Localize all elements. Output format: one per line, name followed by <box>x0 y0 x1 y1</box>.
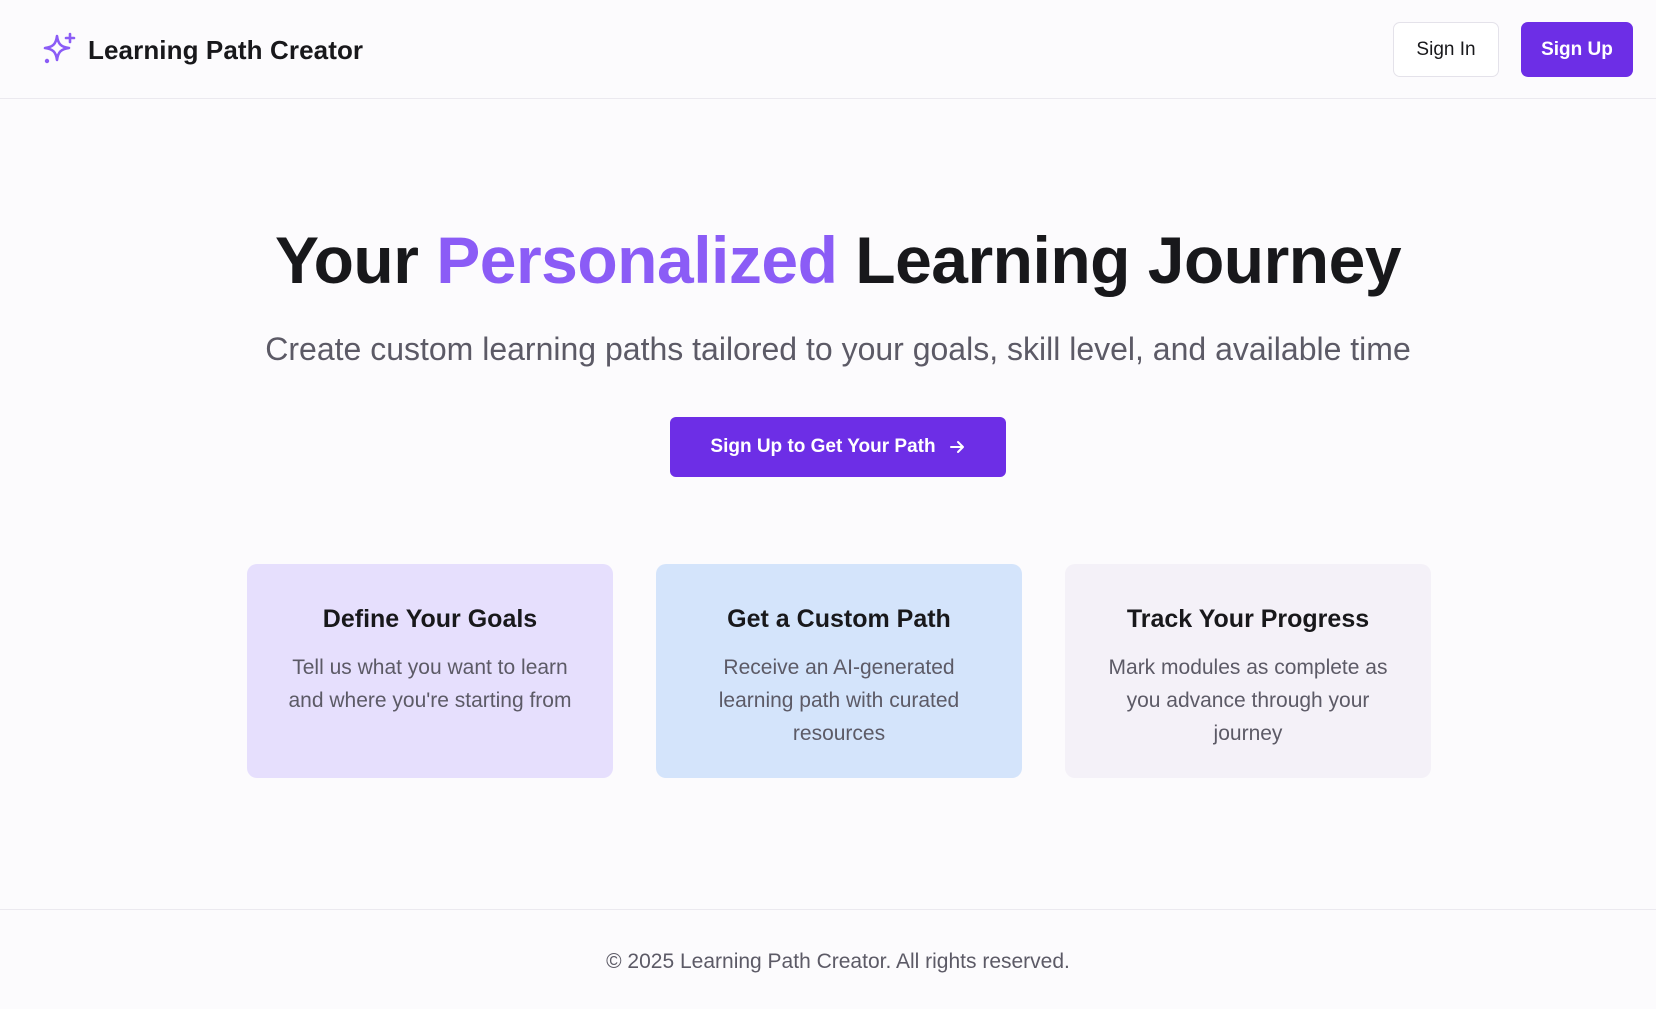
site-header: Learning Path Creator Sign In Sign Up <box>0 0 1656 99</box>
feature-card-define-goals: Define Your Goals Tell us what you want … <box>247 564 613 778</box>
brand[interactable]: Learning Path Creator <box>42 30 363 70</box>
get-path-cta-button[interactable]: Sign Up to Get Your Path <box>670 417 1006 477</box>
hero-title-suffix: Learning Journey <box>855 223 1402 297</box>
sign-in-button[interactable]: Sign In <box>1393 22 1499 77</box>
sparkles-icon <box>43 32 76 64</box>
sign-up-button[interactable]: Sign Up <box>1521 22 1633 77</box>
feature-card-custom-path: Get a Custom Path Receive an AI-generate… <box>656 564 1022 778</box>
site-footer: © 2025 Learning Path Creator. All rights… <box>0 909 1656 1009</box>
hero-title-accent: Personalized <box>436 223 838 297</box>
feature-card-track-progress: Track Your Progress Mark modules as comp… <box>1065 564 1431 778</box>
feature-card-title: Track Your Progress <box>1126 605 1370 633</box>
brand-title: Learning Path Creator <box>88 34 364 65</box>
feature-card-title: Define Your Goals <box>322 605 538 633</box>
feature-card-description: Receive an AI-generated learning path wi… <box>718 656 960 745</box>
feature-card-description: Tell us what you want to learn and where… <box>288 656 572 712</box>
arrow-right-icon <box>949 441 964 453</box>
feature-card-title: Get a Custom Path <box>727 605 951 633</box>
cta-label: Sign Up to Get Your Path <box>710 436 936 457</box>
hero-title: Your Personalized Learning Journey <box>0 222 1656 298</box>
copyright-text: © 2025 Learning Path Creator. All rights… <box>606 950 1070 973</box>
feature-card-description: Mark modules as complete as you advance … <box>1108 656 1388 745</box>
hero-subtitle: Create custom learning paths tailored to… <box>265 331 1411 367</box>
hero-title-prefix: Your <box>274 223 419 297</box>
